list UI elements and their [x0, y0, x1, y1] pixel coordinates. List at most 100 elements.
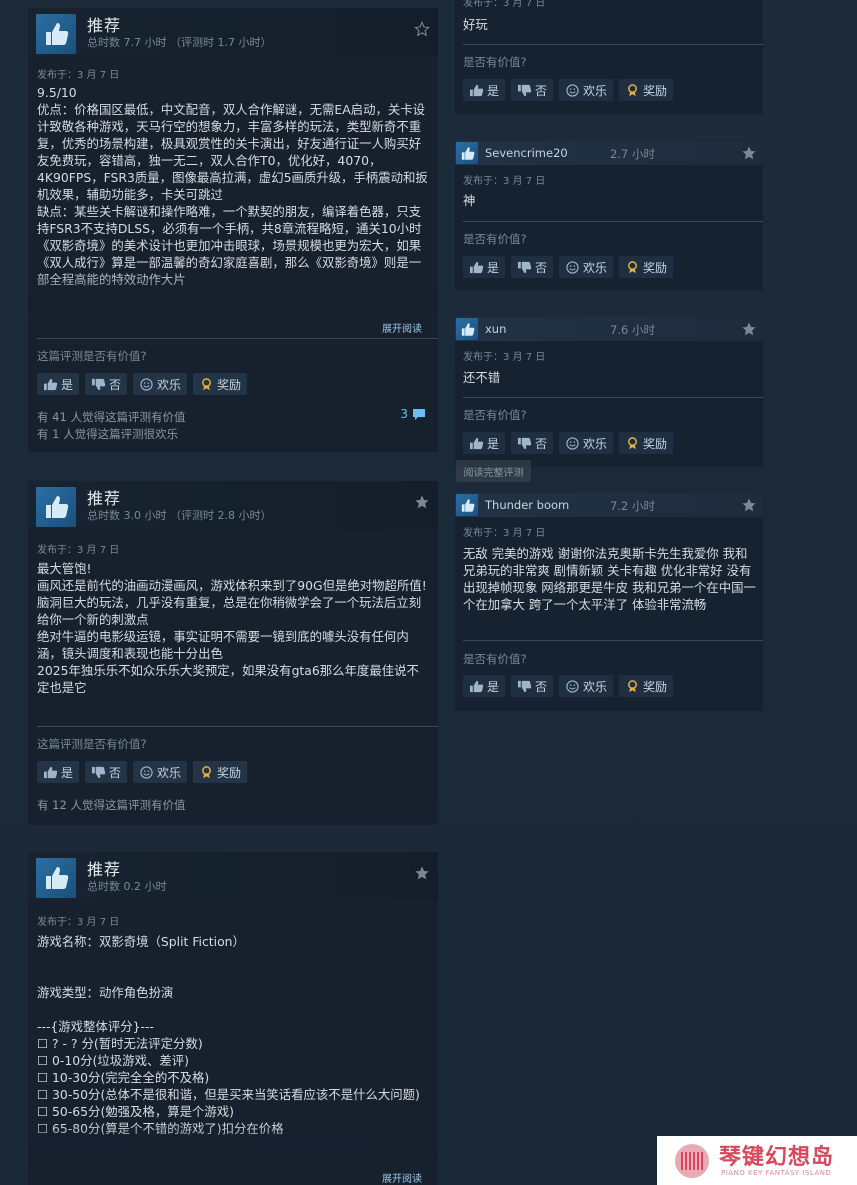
vote-yes-button[interactable]: 是 — [463, 432, 506, 454]
award-label: 奖励 — [643, 679, 668, 694]
helpful-question: 是否有价值? — [463, 232, 527, 246]
vote-yes-button[interactable]: 是 — [463, 675, 506, 697]
award-button[interactable]: 奖励 — [619, 675, 674, 697]
vote-no-button[interactable]: 否 — [511, 256, 554, 278]
vote-funny-button[interactable]: 欢乐 — [133, 761, 188, 783]
award-medal-icon — [628, 679, 638, 692]
vote-no-button[interactable]: 否 — [511, 79, 554, 101]
award-button[interactable]: 奖励 — [619, 256, 674, 278]
helpful-question: 是否有价值? — [463, 652, 527, 666]
award-label: 奖励 — [643, 436, 668, 451]
award-button[interactable]: 奖励 — [619, 432, 674, 454]
review-posted-date: 发布于：3 月 7 日 — [37, 545, 120, 556]
review-header: 推荐 总时数 7.7 小时 （评测时 1.7 小时） — [28, 8, 438, 56]
vote-yes-label: 是 — [487, 260, 500, 275]
vote-no-button[interactable]: 否 — [511, 432, 554, 454]
star-icon[interactable] — [741, 145, 757, 161]
helpful-count: 有 41 人觉得这篇评测有价值 — [37, 410, 186, 424]
award-button[interactable]: 奖励 — [193, 373, 248, 395]
review-posted-date: 发布于：3 月 7 日 — [463, 352, 546, 363]
vote-yes-label: 是 — [61, 765, 74, 780]
vote-funny-button[interactable]: 欢乐 — [559, 256, 614, 278]
divider — [37, 726, 438, 727]
funny-count: 有 1 人觉得这篇评测很欢乐 — [37, 427, 179, 441]
vote-funny-button[interactable]: 欢乐 — [559, 79, 614, 101]
vote-funny-label: 欢乐 — [583, 679, 608, 694]
divider — [37, 338, 438, 339]
thumbs-up-icon — [44, 766, 58, 778]
vote-no-label: 否 — [535, 260, 548, 275]
star-icon[interactable] — [414, 865, 430, 881]
thumbs-down-icon — [518, 261, 532, 273]
vote-no-label: 否 — [535, 83, 548, 98]
star-icon[interactable] — [414, 494, 430, 510]
thumbs-down-icon — [92, 378, 106, 390]
vote-yes-button[interactable]: 是 — [37, 761, 80, 783]
smiley-icon — [140, 765, 153, 779]
review-body: 好玩 — [463, 17, 488, 32]
review-header: 推荐 总时数 0.2 小时 — [28, 852, 438, 900]
vote-yes-label: 是 — [487, 83, 500, 98]
reviewer-name[interactable]: Sevencrime20 — [485, 146, 568, 160]
review-header: 推荐 总时数 3.0 小时 （评测时 2.8 小时） — [28, 481, 438, 529]
side-review-card-2: xun 7.6 小时 发布于：3 月 7 日 还不错 是否有价值? 是 否 欢乐… — [455, 317, 763, 467]
review-playtime: 7.2 小时 — [610, 499, 655, 513]
vote-funny-button[interactable]: 欢乐 — [559, 432, 614, 454]
helpful-count: 有 12 人觉得这篇评测有价值 — [37, 798, 186, 812]
vote-funny-button[interactable]: 欢乐 — [133, 373, 188, 395]
divider — [463, 397, 763, 398]
thumbs-up-icon — [36, 858, 76, 898]
vote-yes-button[interactable]: 是 — [37, 373, 80, 395]
comment-count: 3 — [400, 407, 408, 421]
vote-no-label: 否 — [535, 436, 548, 451]
thumbs-up-icon — [36, 14, 76, 54]
review-playtime: 2.7 小时 — [610, 147, 655, 161]
expand-review-link[interactable]: 展开阅读 — [382, 1170, 422, 1185]
vote-no-label: 否 — [535, 679, 548, 694]
comments-link[interactable]: 3 — [400, 407, 426, 421]
thumbs-up-icon — [456, 494, 478, 516]
side-review-header: xun 7.6 小时 — [455, 317, 763, 341]
vote-funny-label: 欢乐 — [583, 436, 608, 451]
comment-bubble-icon — [413, 408, 425, 420]
vote-buttons: 是 否 欢乐 奖励 — [37, 373, 248, 395]
vote-yes-label: 是 — [61, 377, 74, 392]
review-fade — [28, 1124, 438, 1164]
vote-buttons: 是 否 欢乐 奖励 — [37, 761, 248, 783]
vote-yes-button[interactable]: 是 — [463, 79, 506, 101]
piano-key-logo-icon — [675, 1144, 709, 1178]
vote-no-button[interactable]: 否 — [85, 373, 128, 395]
award-medal-icon — [202, 377, 212, 390]
star-icon[interactable] — [741, 497, 757, 513]
review-body: 最大管饱! 画风还是前代的油画动漫画风，游戏体积来到了90G但是绝对物超所值! … — [37, 561, 427, 695]
watermark-title: 琴键幻想岛 — [719, 1145, 835, 1170]
award-button[interactable]: 奖励 — [193, 761, 248, 783]
reviewer-name[interactable]: Thunder boom — [485, 498, 569, 512]
review-verdict: 推荐 — [87, 489, 122, 508]
expand-review-link[interactable]: 展开阅读 — [382, 320, 422, 335]
side-review-header: Sevencrime20 2.7 小时 — [455, 141, 763, 165]
review-card-2: 推荐 总时数 3.0 小时 （评测时 2.8 小时） 发布于：3 月 7 日 最… — [28, 481, 438, 825]
thumbs-up-icon — [456, 318, 478, 340]
award-button[interactable]: 奖励 — [619, 79, 674, 101]
review-card-3: 推荐 总时数 0.2 小时 发布于：3 月 7 日 游戏名称：双影奇境（Spli… — [28, 852, 438, 1185]
review-playtime: 总时数 7.7 小时 （评测时 1.7 小时） — [87, 36, 272, 49]
vote-no-button[interactable]: 否 — [85, 761, 128, 783]
star-icon[interactable] — [741, 321, 757, 337]
award-label: 奖励 — [217, 765, 242, 780]
smiley-icon — [566, 436, 579, 450]
star-outline-icon[interactable] — [414, 21, 430, 37]
reviewer-name[interactable]: xun — [485, 322, 506, 336]
thumbs-up-icon — [470, 680, 484, 692]
thumbs-down-icon — [518, 84, 532, 96]
helpful-question: 这篇评测是否有价值? — [37, 349, 147, 363]
award-medal-icon — [628, 83, 638, 96]
side-review-header: Thunder boom 7.2 小时 — [455, 493, 763, 517]
vote-funny-label: 欢乐 — [157, 377, 182, 392]
divider — [463, 221, 763, 222]
vote-funny-label: 欢乐 — [583, 83, 608, 98]
vote-yes-button[interactable]: 是 — [463, 256, 506, 278]
vote-funny-button[interactable]: 欢乐 — [559, 675, 614, 697]
vote-no-button[interactable]: 否 — [511, 675, 554, 697]
vote-yes-label: 是 — [487, 679, 500, 694]
